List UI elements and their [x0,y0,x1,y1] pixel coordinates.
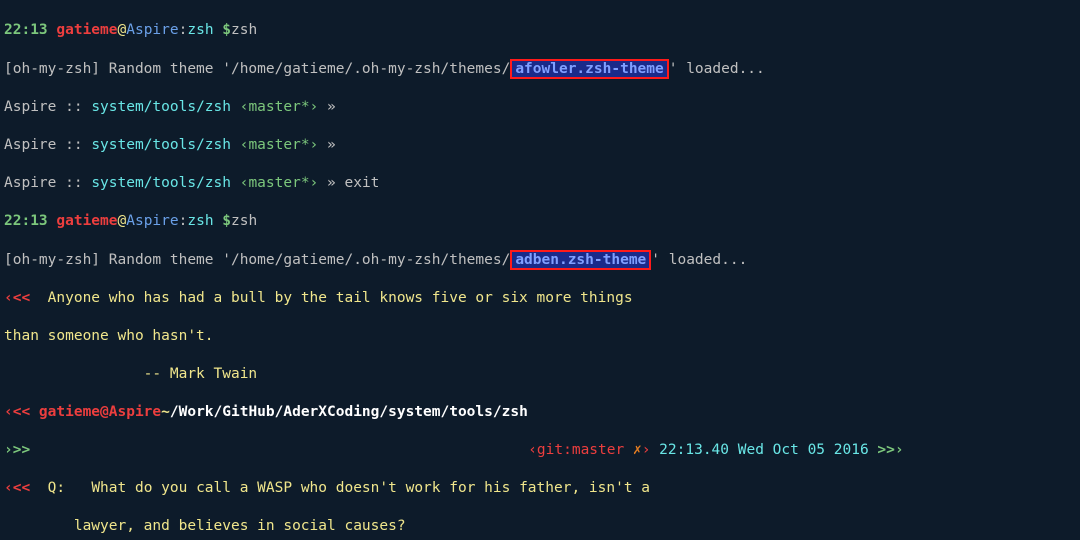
quote-line: than someone who hasn't. [4,327,1076,346]
exit-cmd: exit [336,175,380,191]
theme-highlight: afowler.zsh-theme [510,59,668,79]
prompt-line: 22:13 gatieme@Aspire:zsh $zsh [4,21,1076,40]
theme-highlight: adben.zsh-theme [510,250,651,270]
typed-cmd: zsh [231,22,257,38]
quote-attrib: -- Mark Twain [4,365,1076,384]
adben-prompt: ›>>‹git:master ✗› 22:13.40 Wed Oct 05 20… [4,441,1076,460]
git-dirty-icon: ✗ [633,442,642,458]
host: Aspire [126,22,178,38]
git-status: ‹git:master [528,442,633,458]
omz-load-line: [oh-my-zsh] Random theme '/home/gatieme/… [4,250,1076,270]
time: 22:13 [4,22,48,38]
git-branch: ‹master*› [240,99,319,115]
user: gatieme [56,22,117,38]
cwd: /Work/GitHub/AderXCoding/system/tools/zs… [170,404,528,420]
afowler-prompt: Aspire :: system/tools/zsh ‹master*› » [4,98,1076,117]
prompt-line: 22:13 gatieme@Aspire:zsh $zsh [4,212,1076,231]
afowler-prompt: Aspire :: system/tools/zsh ‹master*› » [4,136,1076,155]
omz-load-line: [oh-my-zsh] Random theme '/home/gatieme/… [4,59,1076,79]
at: @ [118,22,127,38]
timestamp: 22:13.40 Wed Oct 05 2016 [650,442,868,458]
adben-path-line: ‹<< gatieme@Aspire~/Work/GitHub/AderXCod… [4,403,1076,422]
afowler-prompt-exit: Aspire :: system/tools/zsh ‹master*› » e… [4,174,1076,193]
joke-q: lawyer, and believes in social causes? [4,517,1076,536]
joke-q: ‹<< Q: What do you call a WASP who doesn… [4,479,1076,498]
terminal-screen[interactable]: 22:13 gatieme@Aspire:zsh $zsh [oh-my-zsh… [0,0,1080,540]
quote-line: ‹<< Anyone who has had a bull by the tai… [4,289,1076,308]
